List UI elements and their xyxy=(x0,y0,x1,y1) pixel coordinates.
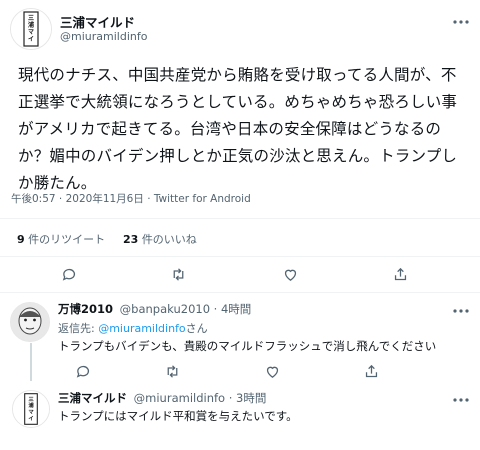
reply2-handle-time[interactable]: @miuramildinfo · 3時間 xyxy=(134,391,267,405)
reply-author-name[interactable]: 万博2010 xyxy=(58,302,113,316)
retweet-label: 件のリツイート xyxy=(28,233,106,246)
divider xyxy=(0,218,480,219)
tweet-text: 現代のナチス、中国共産党から賄賂を受け取ってる人間が、不正選挙で大統領になろうと… xyxy=(18,66,458,192)
author-handle[interactable]: @miuramildinfo xyxy=(60,30,147,43)
svg-text:イ: イ xyxy=(28,415,33,422)
reply2-avatar[interactable]: 三 浦 マ イ xyxy=(12,390,50,428)
thread-line xyxy=(30,343,32,381)
more-icon[interactable] xyxy=(450,14,472,30)
retweet-stat[interactable]: 9 件のリツイート xyxy=(17,231,105,247)
divider xyxy=(0,256,480,257)
reply2-header: 三浦マイルド @miuramildinfo · 3時間 xyxy=(58,390,266,406)
like-icon[interactable] xyxy=(279,263,301,285)
tweet-timestamp[interactable]: 午後0:57 · 2020年11月6日 · Twitter for Androi… xyxy=(11,191,251,206)
reply-text: トランプもバイデンも、貴殿のマイルドフラッシュで消し飛んでください xyxy=(58,339,437,353)
svg-text:イ: イ xyxy=(28,36,34,43)
svg-text:マ: マ xyxy=(28,409,34,416)
reply-to-prefix: 返信先: xyxy=(58,322,99,335)
share-icon[interactable] xyxy=(360,360,382,382)
svg-text:三: 三 xyxy=(28,15,34,22)
more-icon[interactable] xyxy=(450,303,472,319)
reply-icon[interactable] xyxy=(58,263,80,285)
reply-to-line: 返信先: @miuramildinfoさん xyxy=(58,320,208,336)
share-icon[interactable] xyxy=(389,263,411,285)
reply-handle-time[interactable]: @banpaku2010 · 4時間 xyxy=(120,302,252,316)
svg-text:浦: 浦 xyxy=(28,401,34,409)
like-stat[interactable]: 23 件のいいね xyxy=(123,231,197,247)
more-icon[interactable] xyxy=(450,392,472,408)
author-name[interactable]: 三浦マイルド xyxy=(60,12,135,31)
retweet-count: 9 xyxy=(17,233,25,246)
like-icon[interactable] xyxy=(261,360,283,382)
divider xyxy=(0,292,480,293)
face-avatar-icon xyxy=(11,303,49,341)
reply2-author-name[interactable]: 三浦マイルド xyxy=(58,391,127,405)
reply-icon[interactable] xyxy=(72,360,94,382)
retweet-icon[interactable] xyxy=(167,263,189,285)
svg-text:浦: 浦 xyxy=(28,21,34,29)
avatar-logo: 三 浦 マ イ xyxy=(13,391,49,427)
svg-text:三: 三 xyxy=(28,396,34,403)
svg-text:マ: マ xyxy=(28,29,34,36)
reply-to-suffix: さん xyxy=(185,322,208,335)
like-count: 23 xyxy=(123,233,139,246)
like-label: 件のいいね xyxy=(141,233,197,246)
author-avatar[interactable]: 三 浦 マ イ xyxy=(10,8,52,50)
avatar-logo: 三 浦 マ イ xyxy=(11,9,51,49)
reply-avatar[interactable] xyxy=(10,302,50,342)
reply2-text: トランプにはマイルド平和賞を与えたいです。 xyxy=(58,409,298,423)
retweet-icon[interactable] xyxy=(161,360,183,382)
reply-header: 万博2010 @banpaku2010 · 4時間 xyxy=(58,301,251,317)
reply-to-handle[interactable]: @miuramildinfo xyxy=(98,322,185,335)
